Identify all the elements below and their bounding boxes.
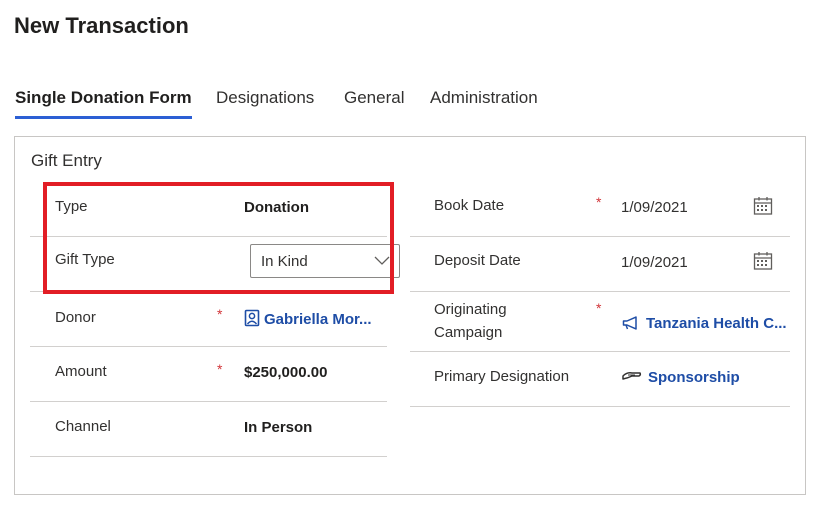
donor-lookup-link[interactable]: Gabriella Mor... [244, 309, 372, 328]
field-originating-campaign: Originating Campaign * Tanzania Health C… [410, 292, 790, 352]
designation-value: Sponsorship [648, 369, 740, 386]
page-title: New Transaction [14, 13, 189, 38]
field-primary-designation: Primary Designation Sponsorship [410, 352, 790, 407]
megaphone-icon [622, 316, 637, 330]
book-date-value[interactable]: 1/09/2021 [621, 199, 688, 216]
calendar-icon[interactable] [753, 251, 773, 271]
calendar-icon[interactable] [753, 196, 773, 216]
contact-icon [244, 309, 260, 327]
tab-single-donation-form[interactable]: Single Donation Form [15, 88, 192, 119]
amount-value[interactable]: $250,000.00 [244, 364, 327, 381]
amount-required-mark: * [217, 361, 223, 377]
deposit-date-value[interactable]: 1/09/2021 [621, 254, 688, 271]
book-date-label: Book Date [434, 197, 505, 214]
tab-designations[interactable]: Designations [216, 88, 314, 108]
amount-label: Amount [55, 363, 107, 380]
originating-campaign-label: Originating Campaign [434, 301, 507, 341]
donor-required-mark: * [217, 306, 223, 322]
type-label: Type [55, 198, 88, 215]
tab-administration[interactable]: Administration [430, 88, 538, 108]
book-date-required-mark: * [596, 194, 602, 210]
tab-general[interactable]: General [344, 88, 404, 108]
type-value: Donation [244, 199, 309, 216]
campaign-lookup-link[interactable]: Tanzania Health C... [622, 315, 787, 332]
donor-label: Donor [55, 309, 96, 326]
field-type: Type Donation [30, 182, 387, 237]
channel-label: Channel [55, 418, 111, 435]
field-amount: Amount * $250,000.00 [30, 347, 387, 402]
designation-lookup-link[interactable]: Sponsorship [622, 369, 740, 386]
deposit-date-label: Deposit Date [434, 252, 521, 269]
primary-designation-label: Primary Designation [434, 368, 570, 385]
campaign-value: Tanzania Health C... [646, 315, 787, 332]
campaign-required-mark: * [596, 300, 602, 316]
field-deposit-date: Deposit Date 1/09/2021 [410, 237, 790, 292]
field-donor: Donor * Gabriella Mor... [30, 292, 387, 347]
field-channel: Channel In Person [30, 402, 387, 457]
gift-type-select[interactable]: In Kind [250, 244, 400, 278]
designation-icon [622, 372, 642, 380]
field-book-date: Book Date * 1/09/2021 [410, 182, 790, 237]
channel-value[interactable]: In Person [244, 419, 312, 436]
gift-type-label: Gift Type [55, 251, 115, 268]
chevron-down-icon [374, 256, 390, 265]
donor-value: Gabriella Mor... [264, 311, 372, 328]
gift-type-selected-value: In Kind [261, 253, 308, 270]
section-title: Gift Entry [31, 151, 102, 170]
gift-entry-section: Gift Entry Type Donation Gift Type In Ki… [14, 136, 806, 495]
field-gift-type: Gift Type In Kind [30, 237, 400, 292]
